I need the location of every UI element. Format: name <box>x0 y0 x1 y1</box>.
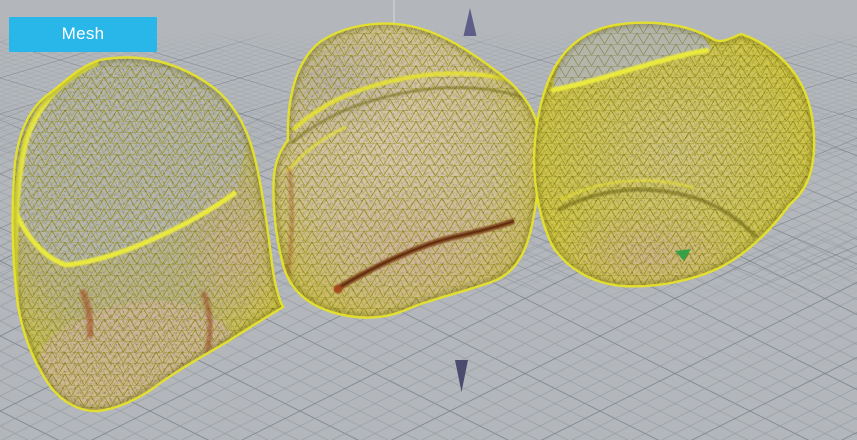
viewport-canvas[interactable] <box>0 0 857 440</box>
3d-viewport[interactable]: Mesh <box>0 0 857 440</box>
grid-line <box>0 426 857 440</box>
mesh-button[interactable]: Mesh <box>9 17 157 52</box>
grid-line <box>0 399 857 440</box>
grid-line <box>0 426 857 440</box>
grid-line <box>0 399 857 440</box>
grid-line <box>0 426 857 440</box>
tooth-mesh-right[interactable] <box>534 23 814 305</box>
tooth-middle-red-spot <box>334 285 343 294</box>
